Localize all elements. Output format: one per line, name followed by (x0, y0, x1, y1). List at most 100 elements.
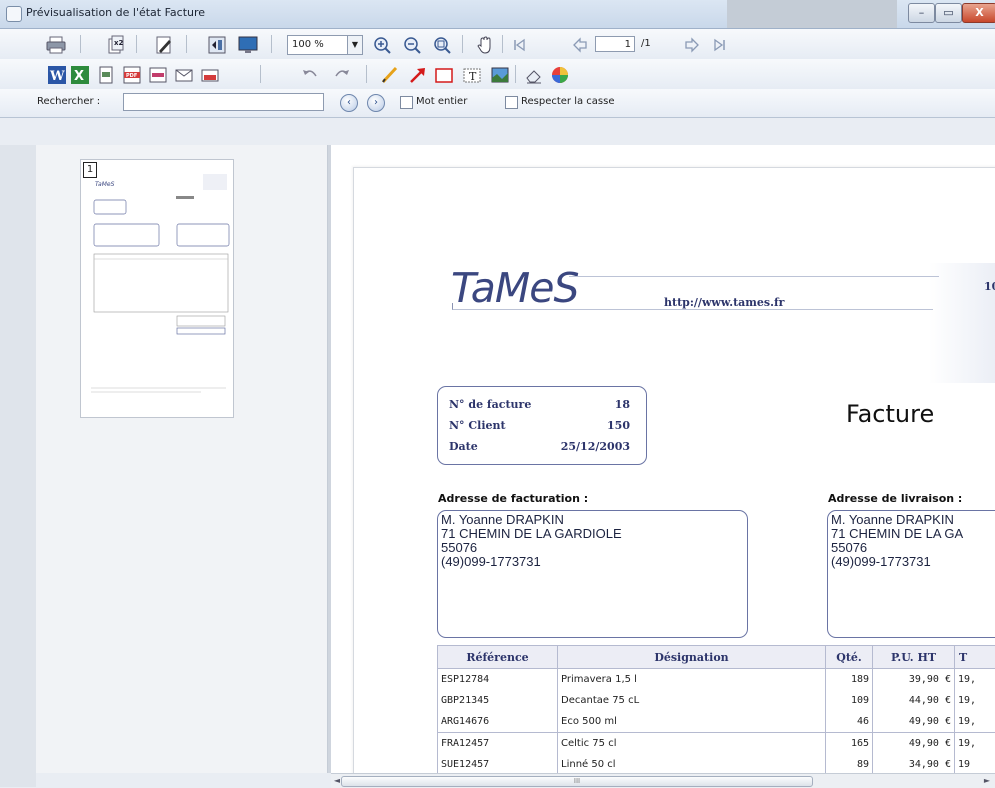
cell-reference: SUE12457 (438, 754, 558, 773)
pencil-page-icon (153, 34, 175, 56)
delivery-address-line: (49)099-1773731 (831, 555, 963, 569)
page-number-input[interactable]: 1 (595, 36, 635, 52)
toolbar-main: x2 100 % ▼ 1 /1 (0, 29, 995, 59)
scrollbar-thumb[interactable]: III (341, 776, 813, 787)
zoom-in-button[interactable] (370, 33, 394, 57)
cell-quantity: 109 (826, 690, 873, 711)
invoice-number-label: N° de facture (449, 398, 531, 411)
cell-designation: Decantae 75 cL (558, 690, 826, 711)
delivery-address-line: 55076 (831, 541, 963, 555)
redo-icon (331, 64, 353, 86)
items-table: Référence Désignation Qté. P.U. HT T ESP… (437, 645, 995, 773)
text-box-icon: T (461, 64, 483, 86)
column-header-reference: Référence (438, 646, 558, 669)
export-text-button[interactable] (146, 63, 170, 87)
cell-unit-price: 44,90 € (873, 690, 955, 711)
search-input[interactable] (123, 93, 324, 111)
scroll-right-icon[interactable]: ► (981, 775, 993, 787)
search-bar: Rechercher : ‹ › Mot entier Respecter la… (0, 89, 995, 118)
draw-line-button[interactable] (378, 63, 402, 87)
hand-icon (475, 34, 497, 56)
date-value: 25/12/2003 (561, 440, 630, 453)
print-button[interactable] (44, 33, 68, 57)
send-email-button[interactable] (172, 63, 196, 87)
export-word-button[interactable]: W (45, 63, 69, 87)
invoice-info-box: N° de facture 18 N° Client 150 Date 25/1… (437, 386, 647, 465)
email-pdf-button[interactable] (198, 63, 222, 87)
svg-text:W: W (49, 69, 65, 84)
next-page-button[interactable] (680, 33, 704, 57)
excel-icon: X (69, 64, 91, 86)
first-page-button[interactable] (507, 33, 531, 57)
search-next-button[interactable]: › (367, 94, 385, 112)
window-titlebar: Prévisualisation de l'état Facture – ▭ X (0, 0, 995, 29)
search-previous-button[interactable]: ‹ (340, 94, 358, 112)
whole-word-checkbox[interactable] (400, 96, 413, 109)
column-header-quantity: Qté. (826, 646, 873, 669)
close-button[interactable]: X (962, 3, 995, 23)
cell-total: 19, (955, 669, 995, 691)
chevron-down-icon: ▼ (347, 36, 362, 54)
zoom-out-button[interactable] (400, 33, 424, 57)
add-image-button[interactable] (488, 63, 512, 87)
export-html-button[interactable] (94, 63, 118, 87)
cell-reference: ARG14676 (438, 711, 558, 733)
export-pdf-button[interactable]: PDF (120, 63, 144, 87)
table-header-row: Référence Désignation Qté. P.U. HT T (438, 646, 995, 669)
zoom-page-button[interactable] (430, 33, 454, 57)
draw-rectangle-button[interactable] (432, 63, 456, 87)
cell-total: 19, (955, 711, 995, 733)
draw-arrow-button[interactable] (406, 63, 430, 87)
maximize-button[interactable]: ▭ (935, 3, 962, 23)
pan-button[interactable] (474, 33, 498, 57)
eraser-button[interactable] (522, 63, 546, 87)
cell-unit-price: 49,90 € (873, 733, 955, 755)
redo-button[interactable] (330, 63, 354, 87)
last-page-button[interactable] (708, 33, 732, 57)
match-case-checkbox[interactable] (505, 96, 518, 109)
cell-designation: Celtic 75 cl (558, 733, 826, 755)
undo-button[interactable] (298, 63, 322, 87)
x2-pages-icon: x2 (105, 34, 127, 56)
thumbnail-page-number: 1 (83, 162, 97, 178)
edit-button[interactable] (152, 33, 176, 57)
svg-text:T: T (469, 70, 477, 83)
add-text-button[interactable]: T (460, 63, 484, 87)
horizontal-scrollbar[interactable]: ◄ III ► (331, 773, 995, 788)
cell-unit-price: 39,90 € (873, 669, 955, 691)
chevron-left-icon: ‹ (347, 97, 351, 108)
envelope-icon (173, 64, 195, 86)
cell-quantity: 189 (826, 669, 873, 691)
fit-width-button[interactable] (205, 33, 229, 57)
delivery-address: M. Yoanne DRAPKIN 71 CHEMIN DE LA GA 550… (831, 513, 963, 569)
export-excel-button[interactable]: X (68, 63, 92, 87)
two-pages-button[interactable]: x2 (104, 33, 128, 57)
previous-page-button[interactable] (568, 33, 592, 57)
delivery-address-title: Adresse de livraison : (828, 492, 962, 505)
billing-address: M. Yoanne DRAPKIN 71 CHEMIN DE LA GARDIO… (441, 513, 622, 569)
table-row: GBP21345 Decantae 75 cL 109 44,90 € 19, (438, 690, 995, 711)
cell-reference: GBP21345 (438, 690, 558, 711)
column-header-unit-price: P.U. HT (873, 646, 955, 669)
color-picker-button[interactable] (548, 63, 572, 87)
invoice-number-value: 18 (615, 398, 630, 411)
minimize-button[interactable]: – (908, 3, 935, 23)
document-view[interactable]: 10, b T F TaMeS http://www.tames.fr N° d… (331, 145, 995, 773)
cell-designation: Eco 500 ml (558, 711, 826, 733)
billing-address-line: (49)099-1773731 (441, 555, 622, 569)
eraser-icon (523, 64, 545, 86)
zoom-select[interactable]: 100 % ▼ (287, 35, 363, 55)
company-address-line-1: 10, b (984, 280, 995, 293)
table-row: FRA12457 Celtic 75 cl 165 49,90 € 19, (438, 733, 995, 755)
client-number-value: 150 (607, 419, 630, 432)
rectangle-icon (433, 64, 455, 86)
app-icon (6, 6, 22, 22)
full-screen-button[interactable] (236, 33, 260, 57)
printer-icon (45, 34, 67, 56)
cell-unit-price: 34,90 € (873, 754, 955, 773)
left-edge-strip (0, 145, 36, 787)
page-thumbnail[interactable]: 1 TaMeS (80, 159, 234, 418)
billing-address-title: Adresse de facturation : (438, 492, 588, 505)
cell-total: 19, (955, 690, 995, 711)
search-label: Rechercher : (37, 96, 100, 107)
